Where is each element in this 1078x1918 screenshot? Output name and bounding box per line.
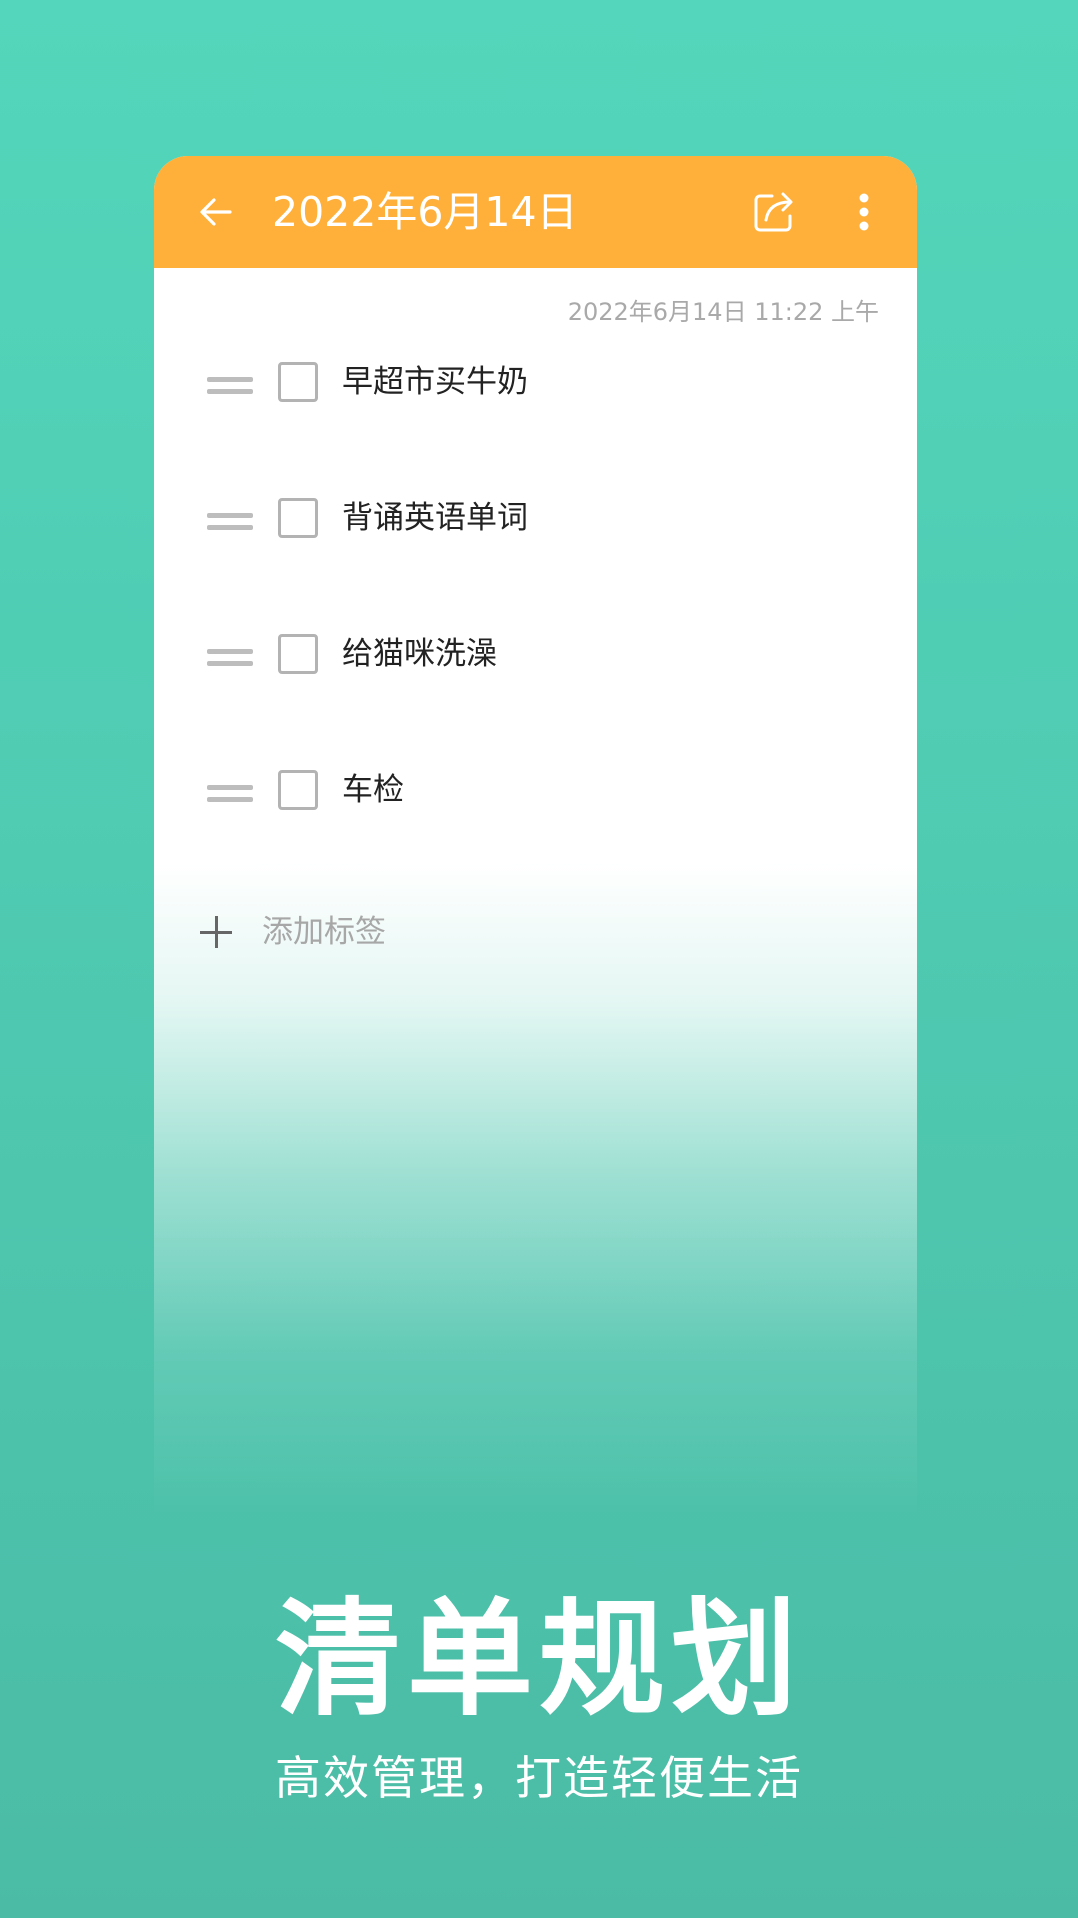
add-tag-label: 添加标签	[262, 914, 386, 950]
note-timestamp: 2022年6月14日 11:22 上午	[567, 298, 879, 326]
todo-checkbox[interactable]	[278, 634, 318, 674]
todo-checkbox[interactable]	[278, 770, 318, 810]
back-button[interactable]	[190, 186, 242, 238]
todo-checkbox[interactable]	[278, 362, 318, 402]
share-icon	[754, 192, 793, 232]
todo-text[interactable]: 给猫咪洗澡	[342, 632, 497, 676]
note-title: 2022年6月14日	[272, 188, 578, 236]
todo-item: 车检	[154, 732, 917, 868]
add-tag-button[interactable]: 添加标签	[200, 908, 500, 964]
more-vertical-icon	[859, 193, 869, 231]
todo-item: 背诵英语单词	[154, 460, 917, 596]
promo-headline: 清单规划	[275, 1586, 803, 1733]
drag-handle-icon[interactable]	[207, 646, 253, 670]
todo-text[interactable]: 早超市买牛奶	[342, 360, 528, 404]
todo-checkbox[interactable]	[278, 498, 318, 538]
drag-handle-icon[interactable]	[207, 782, 253, 806]
plus-icon	[200, 916, 234, 950]
phone-screen: 2022年6月14日 2022年6月14日 11:22 上午 早超市买牛奶 背诵…	[154, 156, 917, 1516]
app-bar: 2022年6月14日	[154, 156, 917, 268]
share-button[interactable]	[746, 184, 802, 240]
drag-handle-icon[interactable]	[207, 510, 253, 534]
todo-text[interactable]: 车检	[342, 768, 404, 812]
todo-text[interactable]: 背诵英语单词	[342, 496, 528, 540]
promo-subhead: 高效管理，打造轻便生活	[275, 1751, 803, 1805]
todo-item: 给猫咪洗澡	[154, 596, 917, 732]
more-options-button[interactable]	[844, 184, 884, 240]
drag-handle-icon[interactable]	[207, 374, 253, 398]
todo-item: 早超市买牛奶	[154, 324, 917, 460]
todo-list: 早超市买牛奶 背诵英语单词 给猫咪洗澡 车检	[154, 324, 917, 868]
arrow-left-icon	[200, 198, 232, 226]
